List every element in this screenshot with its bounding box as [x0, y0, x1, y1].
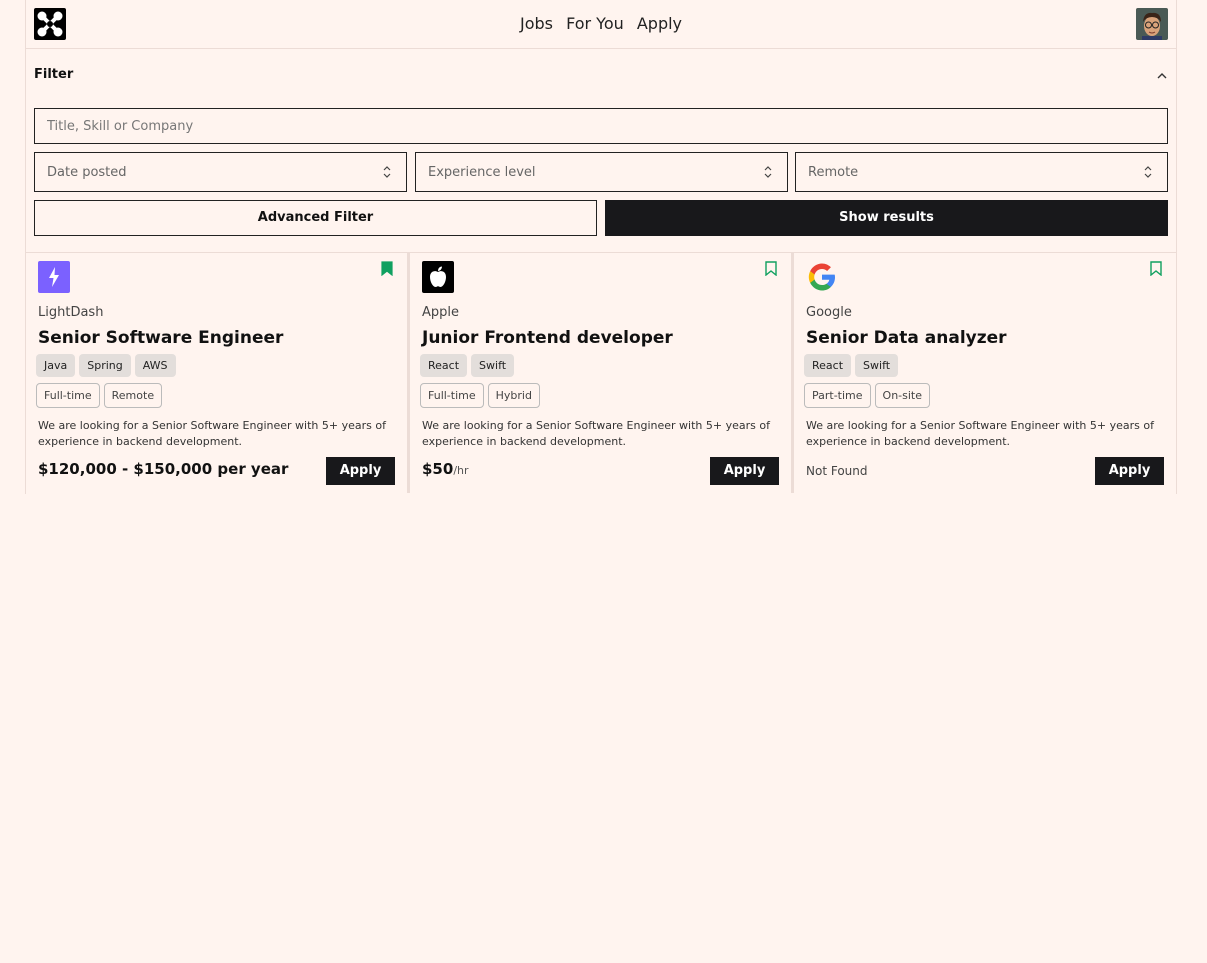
- updown-chevron-icon: [382, 165, 392, 183]
- skill-tags: Java Spring AWS: [36, 354, 176, 377]
- skill-tags: React Swift: [420, 354, 515, 377]
- show-results-button[interactable]: Show results: [605, 200, 1168, 236]
- nav-jobs[interactable]: Jobs: [520, 14, 553, 33]
- updown-chevron-icon: [1143, 165, 1153, 183]
- skill-tag: Swift: [855, 354, 899, 377]
- job-title[interactable]: Senior Data analyzer: [806, 328, 1007, 348]
- page-frame: Jobs For You Apply Filter Date posted: [25, 0, 1177, 494]
- main-nav: Jobs For You Apply: [26, 14, 1176, 33]
- bookmark-icon[interactable]: [1150, 261, 1162, 280]
- job-description: We are looking for a Senior Software Eng…: [422, 419, 770, 448]
- salary-value: $120,000 - $150,000 per year: [38, 460, 289, 478]
- skill-tag: Spring: [79, 354, 131, 377]
- nav-for-you[interactable]: For You: [566, 14, 624, 33]
- date-posted-label: Date posted: [47, 165, 127, 180]
- experience-level-label: Experience level: [428, 165, 536, 180]
- job-type-tag: Full-time: [420, 383, 484, 408]
- job-card[interactable]: Google Senior Data analyzer React Swift …: [794, 253, 1176, 493]
- advanced-filter-button[interactable]: Advanced Filter: [34, 200, 597, 236]
- remote-select[interactable]: Remote: [795, 152, 1168, 192]
- bookmark-icon[interactable]: [765, 261, 777, 280]
- apple-icon: [422, 261, 454, 293]
- chevron-up-icon[interactable]: [1156, 67, 1168, 86]
- job-type-tags: Part-time On-site: [804, 383, 931, 408]
- job-type-tags: Full-time Hybrid: [420, 383, 540, 408]
- job-card[interactable]: LightDash Senior Software Engineer Java …: [26, 253, 410, 493]
- skill-tag: AWS: [134, 354, 176, 377]
- job-cards: LightDash Senior Software Engineer Java …: [26, 253, 1176, 493]
- bookmark-filled-icon[interactable]: [381, 261, 393, 280]
- apply-button[interactable]: Apply: [326, 457, 395, 485]
- nav-apply[interactable]: Apply: [637, 14, 682, 33]
- company-name: Apple: [422, 305, 460, 320]
- job-description: We are looking for a Senior Software Eng…: [38, 419, 386, 448]
- experience-level-select[interactable]: Experience level: [415, 152, 788, 192]
- job-description: We are looking for a Senior Software Eng…: [806, 419, 1154, 448]
- salary: $50/hr: [422, 460, 469, 478]
- lightning-icon: [38, 261, 70, 293]
- job-type-tag: Full-time: [36, 383, 100, 408]
- salary-value: $50: [422, 460, 454, 478]
- filter-title: Filter: [34, 67, 74, 82]
- search-input[interactable]: [34, 108, 1168, 144]
- skill-tags: React Swift: [804, 354, 899, 377]
- updown-chevron-icon: [763, 165, 773, 183]
- apply-button[interactable]: Apply: [1095, 457, 1164, 485]
- salary: Not Found: [806, 464, 867, 478]
- company-name: LightDash: [38, 305, 104, 320]
- job-type-tag: On-site: [874, 383, 931, 408]
- salary: $120,000 - $150,000 per year: [38, 460, 288, 478]
- job-type-tag: Remote: [103, 383, 163, 408]
- job-type-tags: Full-time Remote: [36, 383, 163, 408]
- job-title[interactable]: Senior Software Engineer: [38, 328, 283, 348]
- company-name: Google: [806, 305, 852, 320]
- job-title[interactable]: Junior Frontend developer: [422, 328, 673, 348]
- skill-tag: Java: [36, 354, 76, 377]
- skill-tag: React: [804, 354, 852, 377]
- skill-tag: Swift: [471, 354, 515, 377]
- salary-unit: /hr: [453, 464, 469, 477]
- remote-label: Remote: [808, 165, 859, 180]
- user-avatar[interactable]: [1136, 8, 1168, 40]
- date-posted-select[interactable]: Date posted: [34, 152, 407, 192]
- job-card[interactable]: Apple Junior Frontend developer React Sw…: [410, 253, 794, 493]
- apply-button[interactable]: Apply: [710, 457, 779, 485]
- google-icon: [806, 261, 838, 293]
- skill-tag: React: [420, 354, 468, 377]
- top-header: Jobs For You Apply: [26, 0, 1176, 49]
- job-type-tag: Hybrid: [487, 383, 540, 408]
- filter-panel: Filter Date posted Experience level Remo…: [26, 49, 1176, 253]
- salary-value: Not Found: [806, 464, 868, 478]
- job-type-tag: Part-time: [804, 383, 871, 408]
